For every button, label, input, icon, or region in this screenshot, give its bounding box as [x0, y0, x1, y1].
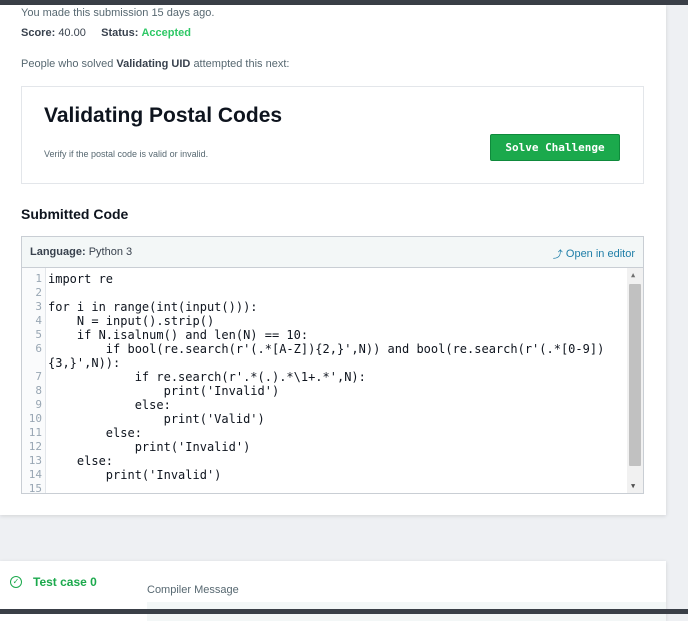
code-line: import re: [48, 272, 114, 286]
code-scrollbar[interactable]: ▲ ▼: [627, 268, 643, 493]
next-suffix: attempted this next:: [193, 58, 290, 70]
line-number: 2: [35, 286, 42, 299]
recommended-challenge: Validating Postal Codes Verify if the po…: [21, 86, 644, 184]
scroll-thumb[interactable]: [629, 284, 641, 466]
challenge-title[interactable]: Validating Postal Codes: [44, 104, 282, 128]
line-number: 11: [28, 426, 42, 439]
line-number-gutter: 1 2 3 4 5 6 7 8 9 10 11 12 13 14 15: [22, 268, 46, 493]
language-label: Language:: [30, 246, 86, 258]
code-line: {3,}',N)):: [48, 356, 121, 370]
line-number: 4: [35, 314, 42, 327]
line-number: 7: [35, 370, 42, 383]
line-number: 3: [35, 300, 42, 313]
code-line: print('Valid'): [48, 412, 265, 426]
scroll-down-arrow-icon[interactable]: ▼: [631, 482, 635, 490]
open-in-editor-link[interactable]: ⤴ Open in editor: [552, 246, 635, 262]
code-line: if N.isalnum() and len(N) == 10:: [48, 328, 309, 342]
line-number: 9: [35, 398, 42, 411]
code-line: print('Invalid'): [48, 440, 251, 454]
next-prefix: People who solved: [21, 58, 114, 70]
submitted-code-heading: Submitted Code: [21, 206, 129, 222]
code-line: print('Invalid'): [48, 384, 280, 398]
code-line: for i in range(int(input())):: [48, 300, 258, 314]
code-line: if re.search(r'.*(.).*\1+.*',N):: [48, 370, 366, 384]
code-line: else:: [48, 398, 171, 412]
submission-card: You made this submission 15 days ago. Sc…: [0, 5, 666, 515]
line-number: 1: [35, 272, 42, 285]
line-number: 8: [35, 384, 42, 397]
code-line: else:: [48, 454, 114, 468]
line-number: 12: [28, 440, 42, 453]
status-label: Status:: [101, 27, 139, 39]
external-link-icon: ⤴: [552, 250, 563, 261]
line-number: 6: [35, 342, 42, 355]
code-line: print('Invalid'): [48, 468, 222, 482]
solve-challenge-button[interactable]: Solve Challenge: [490, 134, 620, 161]
code-viewer[interactable]: 1 2 3 4 5 6 7 8 9 10 11 12 13 14 15 impo…: [22, 268, 643, 493]
compiler-message-label: Compiler Message: [147, 584, 239, 596]
language-indicator: Language: Python 3: [30, 246, 132, 258]
scroll-up-arrow-icon[interactable]: ▲: [631, 271, 635, 279]
line-number: 13: [28, 454, 42, 467]
score-status-line: Score: 40.00 Status: Accepted: [21, 27, 191, 39]
open-in-editor-label: Open in editor: [565, 247, 635, 260]
test-case-tab[interactable]: Test case 0: [33, 575, 97, 589]
line-number: 14: [28, 468, 42, 481]
code-line: N = input().strip(): [48, 314, 215, 328]
score-label: Score:: [21, 27, 56, 39]
check-circle-icon: ✓: [10, 576, 22, 588]
code-line: if bool(re.search(r'(.*[A-Z]){2,}',N)) a…: [48, 342, 605, 356]
bottom-bar: [0, 609, 688, 614]
challenge-description: Verify if the postal code is valid or in…: [44, 149, 209, 159]
code-line: else:: [48, 426, 142, 440]
code-panel: Language: Python 3 ⤴ Open in editor 1 2 …: [21, 236, 644, 494]
line-number: 5: [35, 328, 42, 341]
language-value: Python 3: [88, 246, 133, 258]
submission-time: You made this submission 15 days ago.: [21, 7, 215, 19]
solved-challenge-name: Validating UID: [116, 58, 191, 70]
code-header: Language: Python 3 ⤴ Open in editor: [22, 237, 643, 268]
status-badge: Accepted: [141, 27, 191, 39]
line-number: 10: [28, 412, 42, 425]
score-value: 40.00: [58, 27, 86, 39]
next-challenge-hint: People who solved Validating UID attempt…: [21, 58, 289, 70]
line-number: 15: [28, 482, 42, 493]
